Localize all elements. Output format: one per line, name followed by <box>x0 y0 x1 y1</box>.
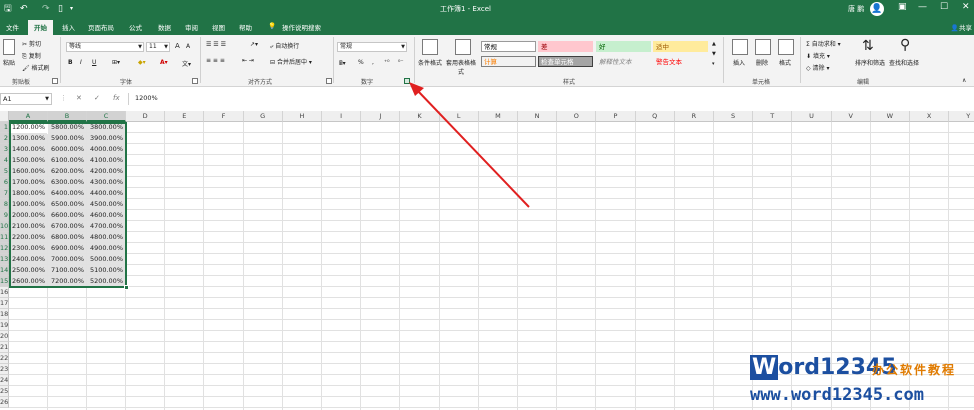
watermark: Word12345 办公软件教程 www.word12345.com <box>750 355 972 408</box>
watermark-url: www.word12345.com <box>750 385 924 405</box>
arrow-shaft <box>416 89 530 208</box>
watermark-tagline: 办公软件教程 <box>872 363 957 377</box>
watermark-brand-boxed: W <box>750 355 779 380</box>
annotation-arrow <box>409 82 530 208</box>
